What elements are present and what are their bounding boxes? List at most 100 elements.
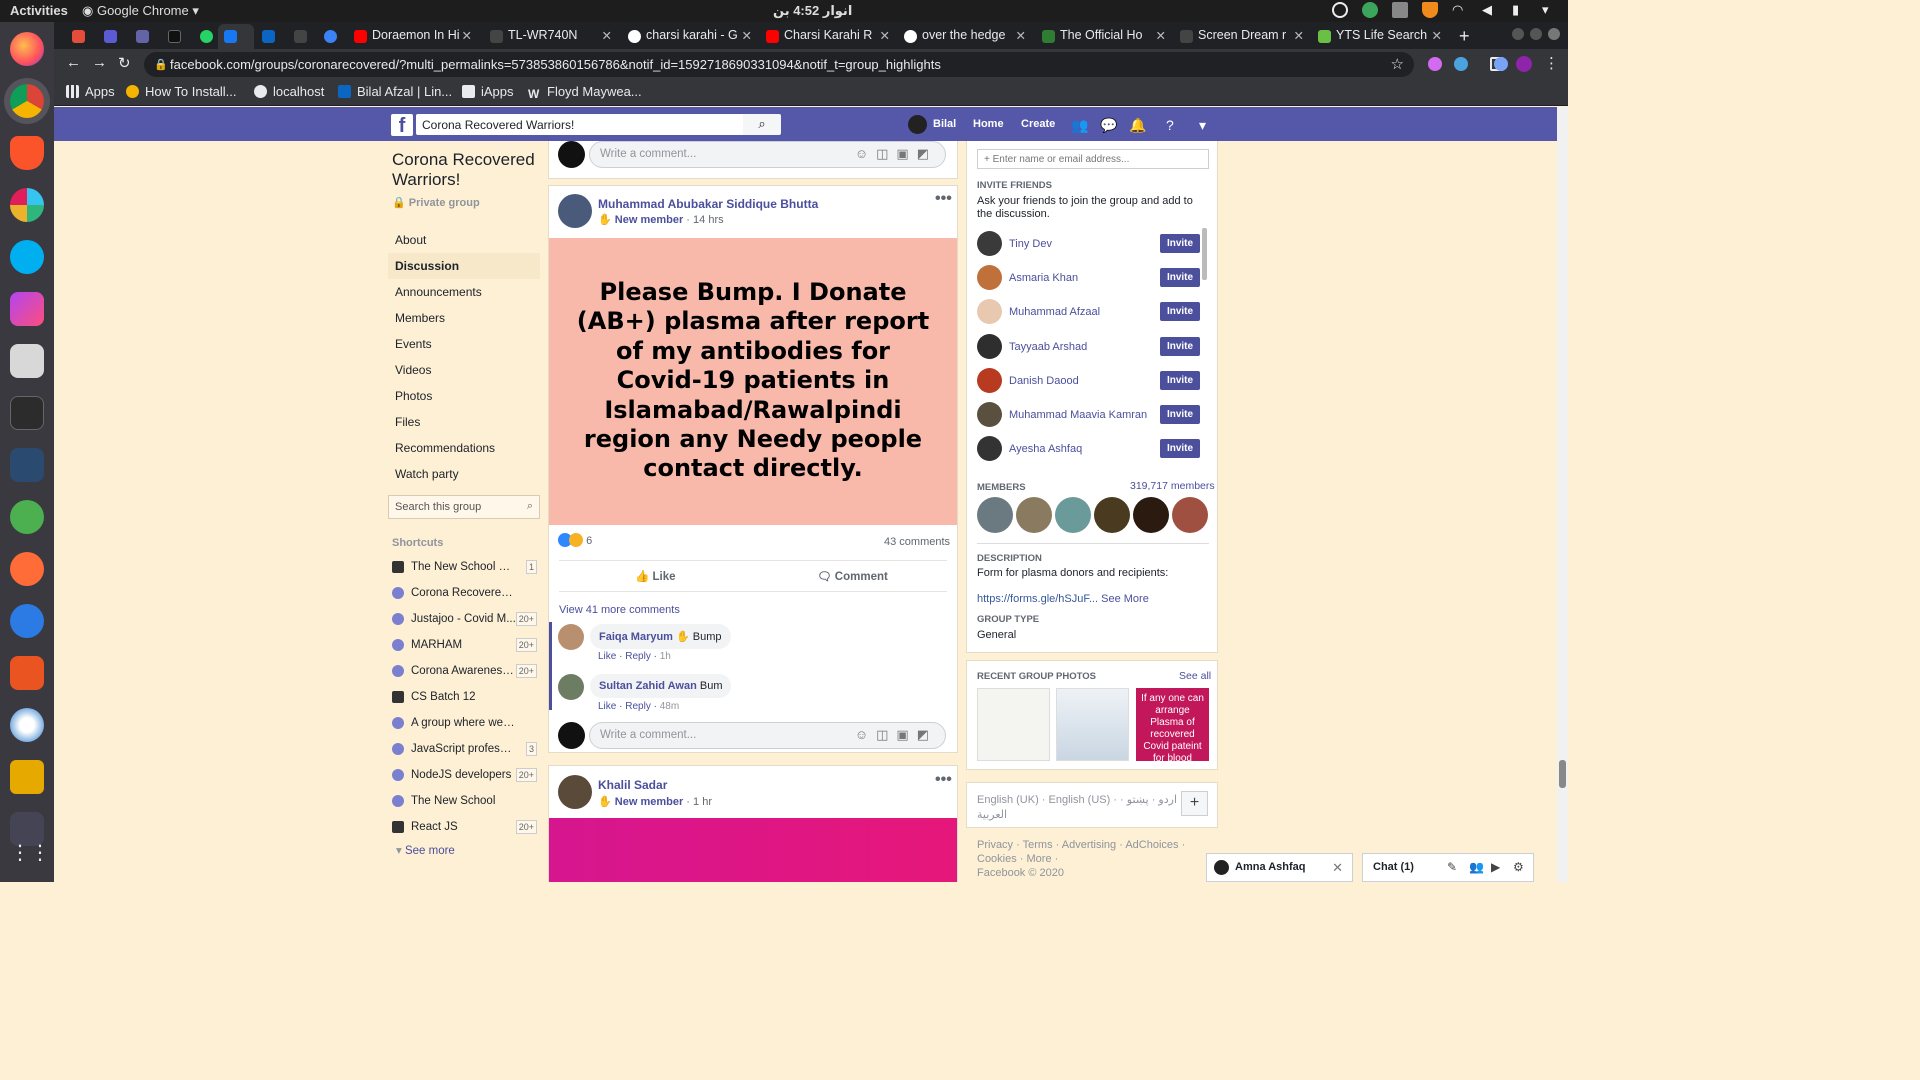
shortcut-item[interactable]: CS Batch 12 bbox=[392, 689, 540, 707]
tab[interactable]: Screen Dream r ✕ bbox=[1174, 24, 1308, 49]
avatar[interactable] bbox=[558, 194, 592, 228]
rhythmbox-icon[interactable] bbox=[10, 760, 44, 794]
member-avatar[interactable] bbox=[1016, 497, 1052, 533]
profile-link[interactable]: Bilal bbox=[933, 118, 956, 130]
avatar[interactable] bbox=[977, 231, 1002, 256]
comment-input[interactable]: Write a comment... ☺◫▣◩ bbox=[589, 141, 946, 168]
group-search-input[interactable]: Search this group ⌕ bbox=[388, 495, 540, 519]
avatar[interactable] bbox=[977, 402, 1002, 427]
avatar[interactable] bbox=[558, 775, 592, 809]
comment-input[interactable]: Write a comment... ☺◫▣◩ bbox=[589, 722, 946, 749]
comment-author[interactable]: Sultan Zahid Awan bbox=[599, 680, 697, 692]
comment-reply-link[interactable]: Reply bbox=[625, 651, 651, 662]
nav-videos[interactable]: Videos bbox=[388, 357, 540, 383]
nav-watch-party[interactable]: Watch party bbox=[388, 461, 540, 487]
avatar[interactable] bbox=[977, 368, 1002, 393]
avatar[interactable] bbox=[977, 265, 1002, 290]
help-icon[interactable]: ? bbox=[1166, 117, 1174, 133]
show-apps-icon[interactable]: ⋮⋮ bbox=[10, 840, 50, 874]
invite-button[interactable]: Invite bbox=[1160, 234, 1200, 253]
forward-icon[interactable]: → bbox=[92, 54, 107, 71]
bookmark-floyd[interactable]: W Floyd Maywea... bbox=[528, 84, 642, 101]
reaction-summary[interactable]: 6 bbox=[558, 533, 592, 547]
create-group-icon[interactable]: 👥 bbox=[1469, 860, 1484, 874]
nav-about[interactable]: About bbox=[388, 227, 540, 253]
tab[interactable]: charsi karahi - G ✕ bbox=[622, 24, 756, 49]
shortcut-item[interactable]: Corona Awareness... 20+ bbox=[392, 663, 540, 681]
extension-puzzle-icon[interactable] bbox=[1494, 57, 1508, 71]
bookmark-how-to-install[interactable]: How To Install... bbox=[126, 84, 237, 99]
volume-icon[interactable]: ◀ bbox=[1482, 2, 1498, 18]
clock[interactable]: انوار 4:52 بن bbox=[773, 3, 852, 19]
post-time[interactable]: 1 hr bbox=[693, 796, 712, 808]
back-icon[interactable]: ← bbox=[66, 54, 81, 71]
post-options-icon[interactable]: ••• bbox=[935, 771, 952, 789]
avatar[interactable] bbox=[977, 436, 1002, 461]
robo3t-icon[interactable] bbox=[10, 500, 44, 534]
tab[interactable]: The Official Ho ✕ bbox=[1036, 24, 1170, 49]
comment-time[interactable]: 1h bbox=[660, 651, 671, 662]
friend-name[interactable]: Muhammad Maavia Kamran bbox=[1009, 409, 1147, 421]
comment-like-link[interactable]: Like bbox=[598, 701, 616, 712]
nav-announcements[interactable]: Announcements bbox=[388, 279, 540, 305]
comments-count[interactable]: 43 comments bbox=[884, 536, 950, 548]
friends-scrollbar[interactable] bbox=[1202, 228, 1207, 280]
shortcut-item[interactable]: A group where we all pr... bbox=[392, 715, 540, 733]
post-time[interactable]: 14 hrs bbox=[693, 214, 724, 226]
comment-button[interactable]: 🗨 Comment bbox=[817, 569, 888, 583]
shortcut-item[interactable]: Corona Recovered War... bbox=[392, 585, 540, 603]
nav-events[interactable]: Events bbox=[388, 331, 540, 357]
member-badge[interactable]: New member bbox=[615, 796, 683, 808]
group-photo[interactable] bbox=[1056, 688, 1129, 761]
firefox-icon[interactable] bbox=[10, 32, 44, 66]
like-button[interactable]: 👍 Like bbox=[635, 569, 676, 583]
shortcut-item[interactable]: NodeJS developers 20+ bbox=[392, 767, 540, 785]
bookmark-localhost[interactable]: localhost bbox=[254, 84, 324, 99]
vlc-icon[interactable] bbox=[1422, 2, 1438, 18]
see-all-link[interactable]: See all bbox=[1179, 670, 1211, 683]
comment-reply-link[interactable]: Reply bbox=[625, 701, 651, 712]
shortcut-item[interactable]: React JS 20+ bbox=[392, 819, 540, 837]
chat-tab-conversation[interactable]: Amna Ashfaq ✕ bbox=[1206, 853, 1353, 882]
members-count[interactable]: 319,717 members bbox=[1130, 480, 1215, 493]
description-link[interactable]: https://forms.gle/hSJuF... bbox=[977, 593, 1098, 605]
help-icon[interactable] bbox=[10, 604, 44, 638]
profile-avatar-icon[interactable] bbox=[1516, 56, 1532, 72]
nav-photos[interactable]: Photos bbox=[388, 383, 540, 409]
minimize-button[interactable] bbox=[1512, 28, 1524, 40]
files-icon[interactable] bbox=[10, 344, 44, 378]
nav-files[interactable]: Files bbox=[388, 409, 540, 435]
tab[interactable] bbox=[256, 24, 288, 49]
nav-discussion[interactable]: Discussion bbox=[388, 253, 540, 279]
extension-moon-icon[interactable] bbox=[1428, 57, 1442, 71]
new-message-icon[interactable]: ✎ bbox=[1447, 860, 1457, 874]
nav-recommendations[interactable]: Recommendations bbox=[388, 435, 540, 461]
add-language-button[interactable]: + bbox=[1181, 791, 1208, 816]
fb-search-input[interactable]: Corona Recovered Warriors! bbox=[416, 114, 743, 135]
group-title[interactable]: Corona Recovered Warriors! bbox=[388, 150, 540, 190]
avatar[interactable] bbox=[558, 674, 584, 700]
comment-author[interactable]: Faiqa Maryum bbox=[599, 631, 673, 643]
close-icon[interactable]: ✕ bbox=[880, 28, 890, 43]
bookmark-linkedin[interactable]: Bilal Afzal | Lin... bbox=[338, 84, 452, 99]
post-options-icon[interactable]: ••• bbox=[935, 190, 952, 208]
friend-requests-icon[interactable]: 👥 bbox=[1071, 117, 1088, 134]
friend-name[interactable]: Muhammad Afzaal bbox=[1009, 306, 1100, 318]
member-avatar[interactable] bbox=[1133, 497, 1169, 533]
group-photo[interactable] bbox=[977, 688, 1050, 761]
close-icon[interactable]: ✕ bbox=[1156, 28, 1166, 43]
member-avatar[interactable] bbox=[1055, 497, 1091, 533]
shortcut-item[interactable]: MARHAM 20+ bbox=[392, 637, 540, 655]
tab[interactable] bbox=[162, 24, 194, 49]
maximize-button[interactable] bbox=[1530, 28, 1542, 40]
close-icon[interactable]: ✕ bbox=[742, 28, 752, 43]
view-more-comments[interactable]: View 41 more comments bbox=[559, 604, 680, 616]
tab[interactable]: over the hedge ✕ bbox=[898, 24, 1030, 49]
home-link[interactable]: Home bbox=[973, 118, 1004, 130]
extension-search-icon[interactable] bbox=[1454, 57, 1468, 71]
tab[interactable] bbox=[66, 24, 98, 49]
avatar[interactable] bbox=[977, 299, 1002, 324]
nav-members[interactable]: Members bbox=[388, 305, 540, 331]
search-icon[interactable]: ⌕ bbox=[743, 114, 781, 135]
invite-button[interactable]: Invite bbox=[1160, 268, 1200, 287]
